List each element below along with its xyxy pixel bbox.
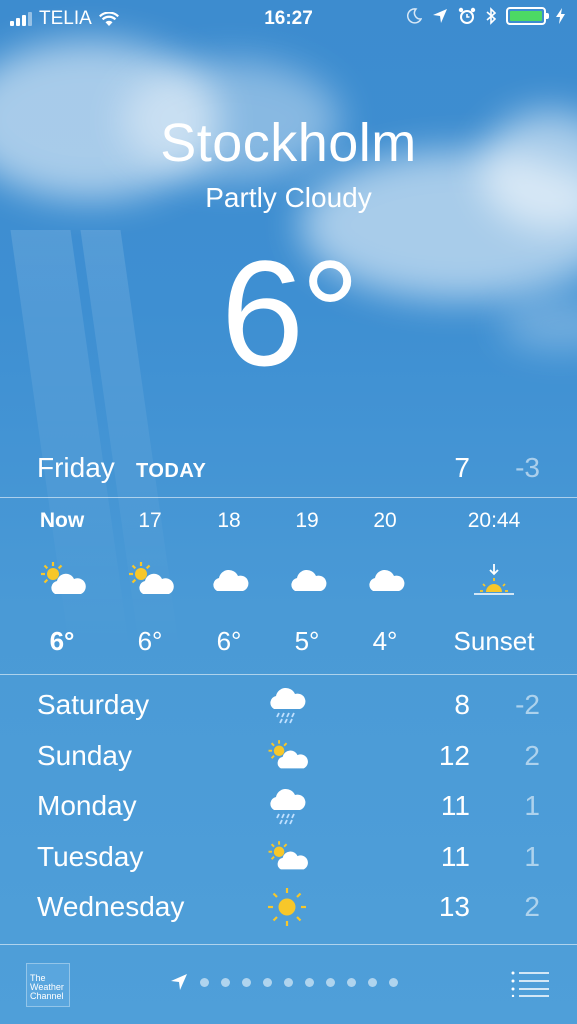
day-high: 8: [454, 689, 470, 720]
day-high: 13: [438, 891, 470, 922]
day-high: 12: [438, 739, 470, 771]
rain-cloud-icon: [270, 788, 306, 825]
divider: [0, 497, 577, 498]
today-high: 7: [454, 452, 470, 483]
hour-temperature: 6°: [216, 626, 242, 656]
current-condition: Partly Cloudy: [205, 182, 372, 213]
divider: [0, 674, 577, 675]
current-temperature: 6°: [220, 229, 360, 397]
hourly-item: 19 5°: [262, 506, 352, 657]
hourly-item: 20 4°: [340, 506, 430, 657]
page-dot: [305, 977, 314, 987]
page-dot: [200, 977, 209, 987]
today-low: -3: [515, 452, 540, 483]
day-name: Sunday: [37, 739, 132, 771]
hour-label: 18: [217, 509, 241, 532]
hour-temperature: 6°: [137, 626, 163, 656]
day-name: Saturday: [37, 689, 150, 720]
daily-row: Wednesday 13 2: [37, 885, 540, 936]
page-dot: [326, 977, 335, 987]
daily-row: Sunday 12 2: [37, 734, 540, 785]
partly-cloudy-day-icon: [268, 739, 308, 768]
sunset-label: Sunset: [453, 626, 535, 656]
daily-row: Monday 11 1: [37, 784, 540, 835]
today-day-name: Friday: [37, 452, 115, 483]
page-dot: [242, 977, 251, 987]
do-not-disturb-moon-icon: [406, 8, 422, 24]
hour-label: 19: [295, 509, 319, 532]
day-name: Tuesday: [37, 840, 144, 872]
cloud-icon: [369, 569, 405, 591]
hourly-item: Now 6°: [17, 506, 107, 657]
weather-channel-logo[interactable]: The Weather Channel: [26, 963, 70, 1007]
hour-temperature: 5°: [294, 626, 320, 656]
city-name: Stockholm: [160, 113, 417, 173]
partly-cloudy-day-icon: [268, 840, 308, 869]
daily-row: Saturday 8 -2: [37, 683, 540, 734]
city-list-icon[interactable]: [511, 971, 549, 997]
page-dot: [389, 977, 398, 987]
day-low: 2: [524, 739, 540, 771]
hour-temperature: 4°: [372, 626, 398, 656]
page-dot: [284, 977, 293, 987]
hourly-item: 17 6°: [105, 506, 195, 657]
partly-cloudy-day-icon: [41, 562, 86, 594]
sun-icon: [268, 888, 306, 926]
hour-label: 17: [138, 509, 162, 532]
page-indicator[interactable]: [170, 973, 398, 991]
page-dot: [263, 977, 272, 987]
cloud-icon: [291, 569, 327, 591]
page-dot: [221, 977, 230, 987]
hourly-item: 20:44 Sunset: [439, 506, 549, 657]
bottom-toolbar: The Weather Channel: [0, 945, 577, 1024]
hour-label: 20: [373, 509, 397, 532]
daily-forecast-list: Saturday 8 -2 Sunday 12 2 Monday 11 1 Tu…: [37, 683, 540, 936]
day-high: 11: [440, 840, 470, 872]
page-dot: [368, 977, 377, 987]
day-low: -2: [515, 689, 540, 720]
hourly-forecast-strip[interactable]: Now 6° 17 6° 18 6° 19 5° 20 4° 20:44 Sun…: [0, 506, 577, 666]
hourly-item: 18 6°: [184, 506, 274, 657]
today-tag: TODAY: [136, 460, 207, 482]
day-name: Wednesday: [37, 891, 185, 922]
rain-cloud-icon: [270, 687, 306, 724]
location-arrow-icon: [433, 9, 447, 23]
hour-label: Now: [39, 509, 85, 532]
current-location-arrow-icon: [171, 974, 187, 990]
charging-bolt-icon: [556, 8, 565, 24]
status-bar: TELIA 16:27: [0, 0, 577, 38]
day-low: 1: [524, 790, 540, 821]
day-low: 2: [524, 891, 540, 922]
alarm-icon: [458, 7, 476, 24]
day-high: 11: [440, 790, 470, 821]
hour-label: 20:44: [467, 509, 521, 532]
today-summary-row: Friday TODAY 7 -3: [37, 452, 540, 492]
page-dot: [347, 977, 356, 987]
bluetooth-icon: [486, 7, 496, 25]
partly-cloudy-day-icon: [129, 562, 174, 594]
cloud-icon: [213, 569, 249, 591]
sunset-icon: [474, 564, 514, 595]
daily-row: Tuesday 11 1: [37, 835, 540, 886]
weather-channel-logo-text: The Weather Channel: [30, 973, 64, 1001]
day-low: 1: [524, 840, 540, 872]
day-name: Monday: [37, 790, 137, 821]
battery-icon: [506, 7, 549, 25]
hour-temperature: 6°: [49, 626, 75, 656]
